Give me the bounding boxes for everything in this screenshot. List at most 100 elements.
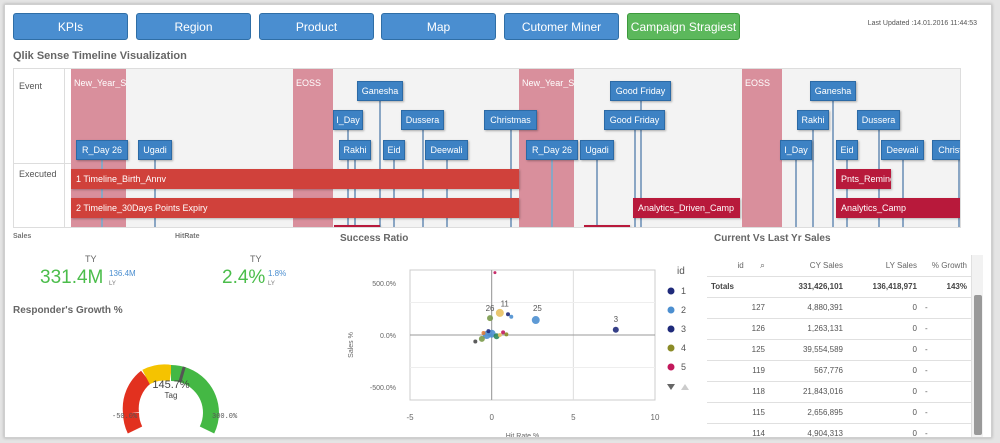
scatter-point[interactable] — [612, 326, 619, 333]
table-cell: - — [921, 423, 971, 437]
y-tick-label: 500.0% — [372, 281, 396, 288]
gauge-title: Responder's Growth % — [13, 305, 123, 316]
event-marker[interactable]: Eid — [836, 140, 858, 160]
event-stem — [812, 130, 814, 227]
legend-swatch — [667, 325, 675, 333]
event-marker[interactable]: Dussera — [857, 110, 900, 130]
campaign-bar[interactable]: 1 Timeline_Birth_Annv — [71, 169, 519, 189]
event-stem — [832, 101, 834, 227]
legend-item-label[interactable]: 1 — [681, 286, 686, 296]
scatter-point[interactable] — [487, 315, 494, 322]
event-stem — [596, 160, 598, 227]
totals-cell: 136,418,971 — [847, 276, 921, 298]
event-marker[interactable]: Rakhi — [797, 110, 829, 130]
legend-item-label[interactable]: 2 — [681, 305, 686, 315]
table-cell: 0 — [847, 318, 921, 340]
table-row[interactable]: 118 21,843,016 0- — [707, 381, 971, 403]
event-marker[interactable]: Eid — [383, 140, 405, 160]
gauge-value: 145.7% — [152, 379, 190, 391]
event-marker[interactable]: Christmas — [484, 110, 537, 130]
sales-kpi-value: 331.4M — [40, 267, 104, 288]
nav-button-map[interactable]: Map — [381, 13, 496, 40]
nav-button-kpis[interactable]: KPIs — [13, 13, 128, 40]
event-marker[interactable]: Ugadi — [580, 140, 614, 160]
event-marker[interactable]: Ganesha — [810, 81, 856, 101]
scrollbar-thumb[interactable] — [974, 295, 982, 435]
table-cell: - — [921, 297, 971, 319]
hitrate-ly-value: 1.8% — [268, 269, 287, 278]
scatter-point[interactable] — [495, 308, 504, 317]
table-row[interactable]: 125 39,554,589 0- — [707, 339, 971, 361]
event-marker[interactable]: Deewali — [425, 140, 468, 160]
period-band: EOSS — [742, 69, 782, 227]
scatter-point[interactable] — [531, 316, 540, 325]
event-marker[interactable]: Ugadi — [138, 140, 172, 160]
event-marker[interactable]: R_Day 26 — [76, 140, 128, 160]
event-marker[interactable]: I_Day — [333, 110, 363, 130]
nav-button-region[interactable]: Region — [136, 13, 251, 40]
table-row[interactable]: 114 4,904,313 0- — [707, 423, 971, 437]
legend-item-label[interactable]: 5 — [681, 362, 686, 372]
table-cell: 125 — [707, 339, 769, 361]
sales-table-title: Current Vs Last Yr Sales — [714, 233, 831, 244]
table-cell: 0 — [847, 423, 921, 437]
table-cell: 39,554,589 — [769, 339, 847, 361]
point-label: 26 — [486, 304, 495, 313]
event-marker[interactable]: Christmas — [932, 140, 960, 160]
col-header-growth[interactable]: % Growth — [921, 255, 971, 277]
table-scrollbar[interactable] — [971, 255, 983, 437]
scatter-point[interactable] — [486, 329, 491, 334]
period-band-label: New_Year_Sa — [74, 78, 126, 88]
event-marker[interactable]: Dussera — [401, 110, 444, 130]
nav-button-campaign-stragiest[interactable]: Campaign Stragiest — [627, 13, 740, 40]
table-row[interactable]: 119 567,776 0- — [707, 360, 971, 382]
event-marker[interactable]: Good Friday — [610, 81, 671, 101]
search-icon[interactable]: ⌕ — [760, 260, 765, 271]
table-cell: 1,263,131 — [769, 318, 847, 340]
nav-button-product[interactable]: Product — [259, 13, 374, 40]
table-row[interactable]: 115 2,656,895 0- — [707, 402, 971, 424]
period-band-label: EOSS — [296, 78, 322, 88]
success-ratio-scatter[interactable]: -5 0 5 10 500.0% 0.0% -500.0% Hit Rate % Sales %… — [335, 249, 705, 438]
table-cell: - — [921, 381, 971, 403]
scatter-point[interactable] — [509, 314, 514, 319]
col-header-id[interactable]: id ⌕ — [707, 255, 769, 277]
campaign-bar[interactable]: Analytics_Camp — [836, 198, 960, 218]
nav-button-cutomer-miner[interactable]: Cutomer Miner — [504, 13, 619, 40]
event-marker[interactable]: Ganesha — [357, 81, 403, 101]
scatter-point[interactable] — [497, 333, 502, 337]
legend-scroll-up-icon[interactable] — [681, 384, 689, 390]
scatter-point[interactable] — [493, 271, 497, 275]
scatter-point[interactable] — [473, 339, 478, 344]
legend-scroll-down-icon[interactable] — [667, 384, 675, 390]
scatter-point[interactable] — [504, 332, 509, 337]
point-label: 11 — [501, 299, 510, 308]
scatter-point[interactable] — [478, 335, 485, 342]
table-row[interactable]: 126 1,263,131 0- — [707, 318, 971, 340]
scatter-point[interactable] — [481, 331, 486, 336]
scatter-point[interactable] — [506, 312, 510, 317]
campaign-bar[interactable]: 2 Timeline_30Days Points Expiry — [71, 198, 519, 218]
event-marker[interactable]: Good Friday — [604, 110, 665, 130]
campaign-bar[interactable]: Analytics_Driven_Camp — [633, 198, 740, 218]
event-marker[interactable]: R_Day 26 — [526, 140, 578, 160]
period-band-label: New_Year_Sa — [522, 78, 574, 88]
x-tick-label: -5 — [406, 413, 414, 422]
col-header-ly-sales[interactable]: LY Sales — [847, 255, 921, 277]
campaign-bar-partial[interactable] — [584, 225, 630, 227]
y-axis-label: Sales % — [348, 332, 355, 358]
table-cell: 2,656,895 — [769, 402, 847, 424]
event-marker[interactable]: I_Day — [780, 140, 812, 160]
legend-item-label[interactable]: 3 — [681, 324, 686, 334]
event-marker[interactable]: Rakhi — [339, 140, 371, 160]
table-row[interactable]: 127 4,880,391 0- — [707, 297, 971, 319]
event-marker[interactable]: Deewali — [881, 140, 924, 160]
timeline-chart[interactable]: Event Executed New_Year_Sa EOSS New_Year_S… — [13, 68, 961, 228]
table-cell: 127 — [707, 297, 769, 319]
campaign-bar-partial[interactable] — [334, 225, 380, 227]
campaign-bar[interactable]: Pnts_Remine — [836, 169, 891, 189]
last-updated-text: Last Updated :14.01.2016 11:44:53 — [867, 20, 977, 27]
col-header-cy-sales[interactable]: CY Sales — [769, 255, 847, 277]
table-cell: 115 — [707, 402, 769, 424]
legend-item-label[interactable]: 4 — [681, 343, 686, 353]
